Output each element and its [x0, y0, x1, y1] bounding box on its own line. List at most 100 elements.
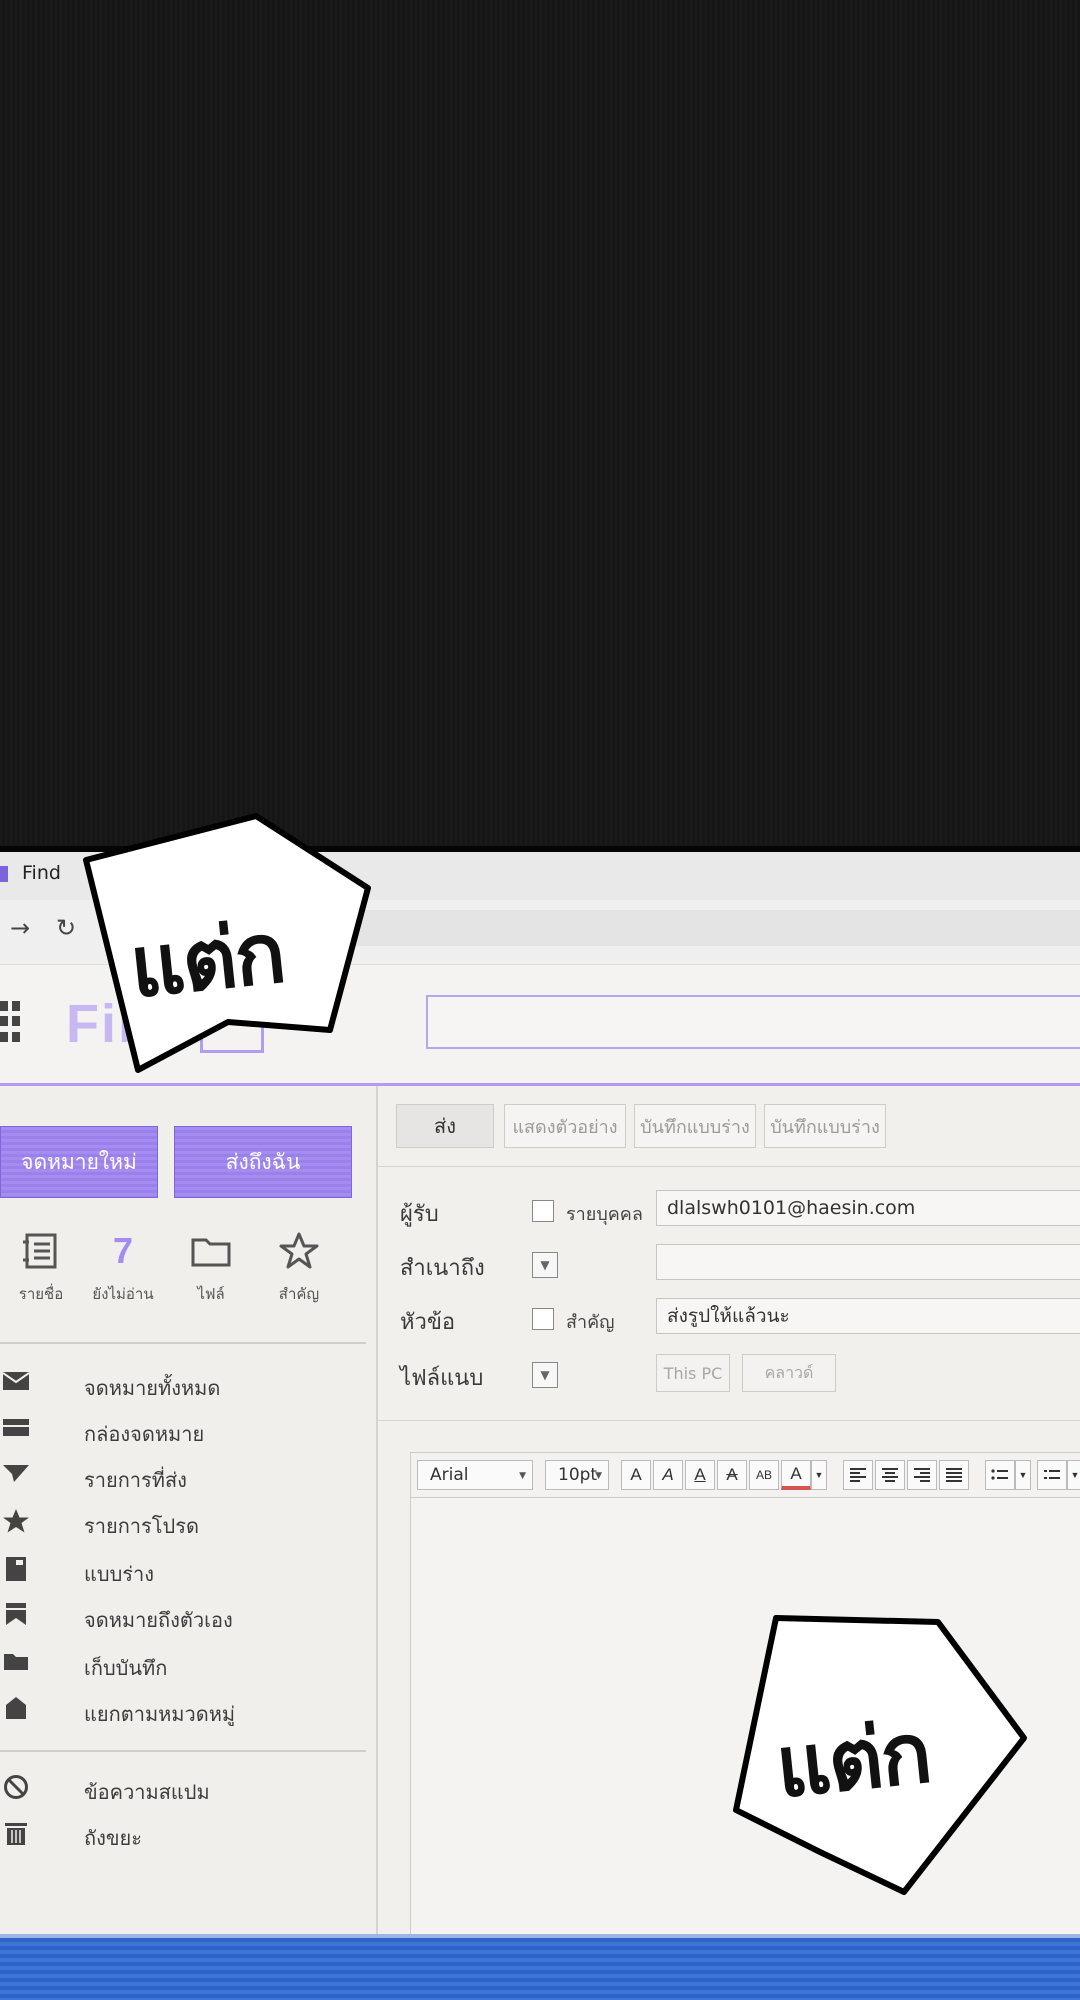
quick-contacts[interactable]: รายชื่อ: [0, 1226, 86, 1306]
bold-button[interactable]: A: [621, 1460, 651, 1490]
fields-divider: [378, 1420, 1080, 1421]
align-center-icon[interactable]: [875, 1460, 905, 1490]
tag-icon: [2, 1696, 30, 1722]
sidebar-item-drafts[interactable]: แบบร่าง: [0, 1550, 366, 1590]
letter-spacing-button[interactable]: AB: [749, 1460, 779, 1490]
font-color-button[interactable]: A: [781, 1460, 811, 1490]
subject-input[interactable]: ส่งรูปให้แล้วนะ: [656, 1298, 1080, 1334]
sidebar-item-label: รายการโปรด: [84, 1514, 199, 1538]
numbered-list-dropdown-icon[interactable]: ▼: [1067, 1460, 1080, 1490]
sidebar-item-label: จดหมายทั้งหมด: [84, 1376, 221, 1400]
chevron-down-icon: ▼: [519, 1471, 526, 1481]
font-color-dropdown-icon[interactable]: ▼: [811, 1460, 827, 1490]
apps-grid-icon[interactable]: [0, 1001, 20, 1043]
draft-icon: [2, 1556, 30, 1582]
sidebar-item-label: เก็บบันทึก: [84, 1656, 168, 1680]
bookmark-icon: [2, 1602, 30, 1628]
bullet-list-dropdown-icon[interactable]: ▼: [1015, 1460, 1031, 1490]
send-icon: [2, 1462, 30, 1488]
quick-unread[interactable]: 7 ยังไม่อ่าน: [78, 1226, 168, 1306]
block-icon: [2, 1774, 30, 1800]
align-left-icon[interactable]: [843, 1460, 873, 1490]
address-bar[interactable]: [330, 910, 1080, 946]
cc-input[interactable]: [656, 1244, 1080, 1280]
forward-arrow-icon[interactable]: →: [10, 914, 30, 942]
sidebar-divider: [0, 1750, 366, 1752]
search-input[interactable]: [426, 995, 1080, 1049]
to-label: ผู้รับ: [400, 1202, 439, 1227]
italic-button[interactable]: A: [653, 1460, 683, 1490]
unread-count: 7: [112, 1230, 134, 1271]
folder-filled-icon: [2, 1650, 30, 1676]
font-family-select[interactable]: Arial ▼: [417, 1460, 533, 1490]
preview-button[interactable]: แสดงตัวอย่าง: [504, 1104, 626, 1148]
sidebar-divider: [0, 1342, 366, 1344]
attachment-dropdown[interactable]: ▼: [532, 1362, 558, 1388]
contacts-icon: [0, 1226, 86, 1276]
sidebar-item-label: รายการที่ส่ง: [84, 1468, 187, 1492]
new-mail-button[interactable]: จดหมายใหม่: [0, 1126, 158, 1198]
sidebar-item-trash[interactable]: ถังขยะ: [0, 1814, 366, 1854]
sidebar-item-label: ถังขยะ: [84, 1826, 143, 1850]
sidebar-item-label: กล่องจดหมาย: [84, 1422, 205, 1446]
subject-label: หัวข้อ: [400, 1310, 456, 1335]
sidebar-item-sent[interactable]: รายการที่ส่ง: [0, 1456, 366, 1496]
sidebar-item-favorites[interactable]: รายการโปรด: [0, 1502, 366, 1542]
sidebar-item-to-self[interactable]: จดหมายถึงตัวเอง: [0, 1596, 366, 1636]
sfx-text-bottom: แต่ก: [771, 1703, 935, 1817]
quick-files[interactable]: ไฟล์: [166, 1226, 256, 1306]
important-checkbox[interactable]: [532, 1308, 554, 1330]
important-checkbox-label: สำคัญ: [566, 1312, 615, 1333]
folder-icon: [166, 1226, 256, 1276]
sidebar-item-label: จดหมายถึงตัวเอง: [84, 1608, 233, 1632]
save-draft-button[interactable]: บันทึกแบบร่าง: [634, 1104, 756, 1148]
sidebar-item-all-mail[interactable]: จดหมายทั้งหมด: [0, 1364, 366, 1404]
numbered-list-icon[interactable]: [1037, 1460, 1067, 1490]
cc-dropdown[interactable]: ▼: [532, 1252, 558, 1278]
font-family-value: Arial: [430, 1465, 469, 1485]
quick-label: รายชื่อ: [18, 1285, 64, 1303]
star-filled-icon: [2, 1508, 30, 1534]
star-icon: [254, 1226, 344, 1276]
underline-button[interactable]: A: [685, 1460, 715, 1490]
save-draft-button-2[interactable]: บันทึกแบบร่าง: [764, 1104, 886, 1148]
quick-important[interactable]: สำคัญ: [254, 1226, 344, 1306]
browser-tab-title[interactable]: Find: [22, 862, 61, 884]
taskbar: [0, 1938, 1080, 2000]
sidebar-item-label: ข้อความสแปม: [84, 1780, 210, 1804]
align-justify-icon[interactable]: [939, 1460, 969, 1490]
send-to-me-button[interactable]: ส่งถึงฉัน: [174, 1126, 352, 1198]
attachment-label: ไฟล์แนบ: [400, 1366, 484, 1391]
font-size-select[interactable]: 10pt ▼: [545, 1460, 609, 1490]
editor-toolbar: Arial ▼ 10pt ▼ A A A A AB A ▼ ▼ ▼: [411, 1453, 1080, 1498]
inbox-icon: [2, 1416, 30, 1442]
font-size-value: 10pt: [558, 1465, 598, 1485]
quick-label: ยังไม่อ่าน: [92, 1285, 154, 1303]
quick-label: ไฟล์: [197, 1285, 225, 1303]
tab-favicon-icon: [0, 866, 8, 882]
sidebar-item-spam[interactable]: ข้อความสแปม: [0, 1768, 366, 1808]
sfx-balloon-top: แต่ก: [78, 808, 378, 1078]
send-button[interactable]: ส่ง: [396, 1104, 494, 1148]
quick-label: สำคัญ: [278, 1285, 320, 1303]
strikethrough-button[interactable]: A: [717, 1460, 747, 1490]
attach-this-pc-button[interactable]: This PC: [656, 1354, 730, 1392]
background-texture: [0, 0, 1080, 848]
sidebar-item-inbox[interactable]: กล่องจดหมาย: [0, 1410, 366, 1450]
sidebar-item-label: แบบร่าง: [84, 1562, 155, 1586]
envelope-icon: [2, 1370, 30, 1396]
sidebar: จดหมายใหม่ ส่งถึงฉัน รายชื่อ 7 ยังไม่อ่า…: [0, 1086, 378, 1938]
attach-cloud-button[interactable]: คลาวด์: [742, 1354, 836, 1392]
reload-icon[interactable]: ↻: [56, 914, 76, 942]
sfx-text-top: แต่ก: [125, 903, 289, 1017]
bullet-list-icon[interactable]: [985, 1460, 1015, 1490]
chevron-down-icon: ▼: [595, 1471, 602, 1481]
sidebar-item-categories[interactable]: แยกตามหมวดหมู่: [0, 1690, 366, 1730]
align-right-icon[interactable]: [907, 1460, 937, 1490]
trash-icon: [2, 1820, 30, 1846]
individual-checkbox[interactable]: [532, 1200, 554, 1222]
recipient-input[interactable]: dlalswh0101@haesin.com: [656, 1190, 1080, 1226]
sfx-balloon-bottom: แต่ก: [728, 1610, 1028, 1900]
sidebar-item-archive[interactable]: เก็บบันทึก: [0, 1644, 366, 1684]
sidebar-item-label: แยกตามหมวดหมู่: [84, 1702, 236, 1726]
